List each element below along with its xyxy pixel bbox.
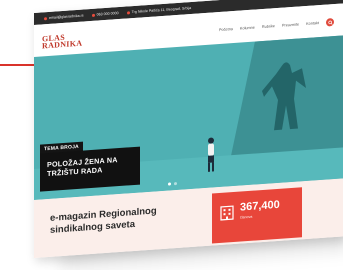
topbar-address: Trg Nikole Pašića 11, Beograd, Srbija: [126, 6, 192, 15]
main-nav: Početna Kolumne Rubrike Preuzmite Kontak…: [219, 18, 334, 34]
accent-line: [0, 64, 38, 66]
topbar-email[interactable]: email@glasradnika.rs: [44, 14, 84, 21]
topbar-phone[interactable]: 063 000 0000: [91, 11, 119, 17]
nav-item-kontakt[interactable]: Kontakt: [306, 21, 319, 26]
members-count: 367,400: [240, 198, 280, 214]
phone-icon: [91, 13, 95, 17]
topbar-address-text: Trg Nikole Pašića 11, Beograd, Srbija: [131, 6, 192, 15]
location-icon: [126, 10, 130, 15]
topbar-email-text: email@glasradnika.rs: [49, 13, 84, 20]
slider-dot-2[interactable]: [174, 182, 177, 186]
nav-item-kolumne[interactable]: Kolumne: [240, 26, 255, 31]
slider-dot-1[interactable]: [168, 182, 171, 186]
members-label: članova: [240, 214, 253, 220]
nav-item-rubrike[interactable]: Rubrike: [262, 24, 275, 29]
building-icon: [220, 205, 234, 221]
emagazine-title: e-magazin Regionalnog sindikalnog saveta: [50, 205, 157, 236]
hero-caption[interactable]: POLOŽAJ ŽENA NA TRŽIŠTU RADA: [40, 146, 140, 192]
logo-line-2: RADNIKA: [42, 38, 83, 51]
mail-icon: [44, 16, 47, 20]
site-logo[interactable]: GLAS RADNIKA: [42, 33, 83, 51]
slider-dots: [168, 182, 177, 186]
hero-slider[interactable]: TEMA BROJA POLOŽAJ ŽENA NA TRŽIŠTU RADA: [34, 35, 343, 200]
nav-item-pocetna[interactable]: Početna: [219, 27, 233, 32]
nav-item-preuzmite[interactable]: Preuzmite: [282, 22, 299, 27]
members-stat-card: 367,400 članova: [212, 187, 302, 244]
woman-figure-illustration: [208, 137, 214, 172]
topbar-phone-text: 063 000 0000: [96, 11, 119, 17]
search-icon[interactable]: [326, 18, 334, 27]
website-page: email@glasradnika.rs 063 000 0000 Trg Ni…: [34, 0, 343, 258]
superhero-shadow-illustration: [262, 62, 306, 131]
